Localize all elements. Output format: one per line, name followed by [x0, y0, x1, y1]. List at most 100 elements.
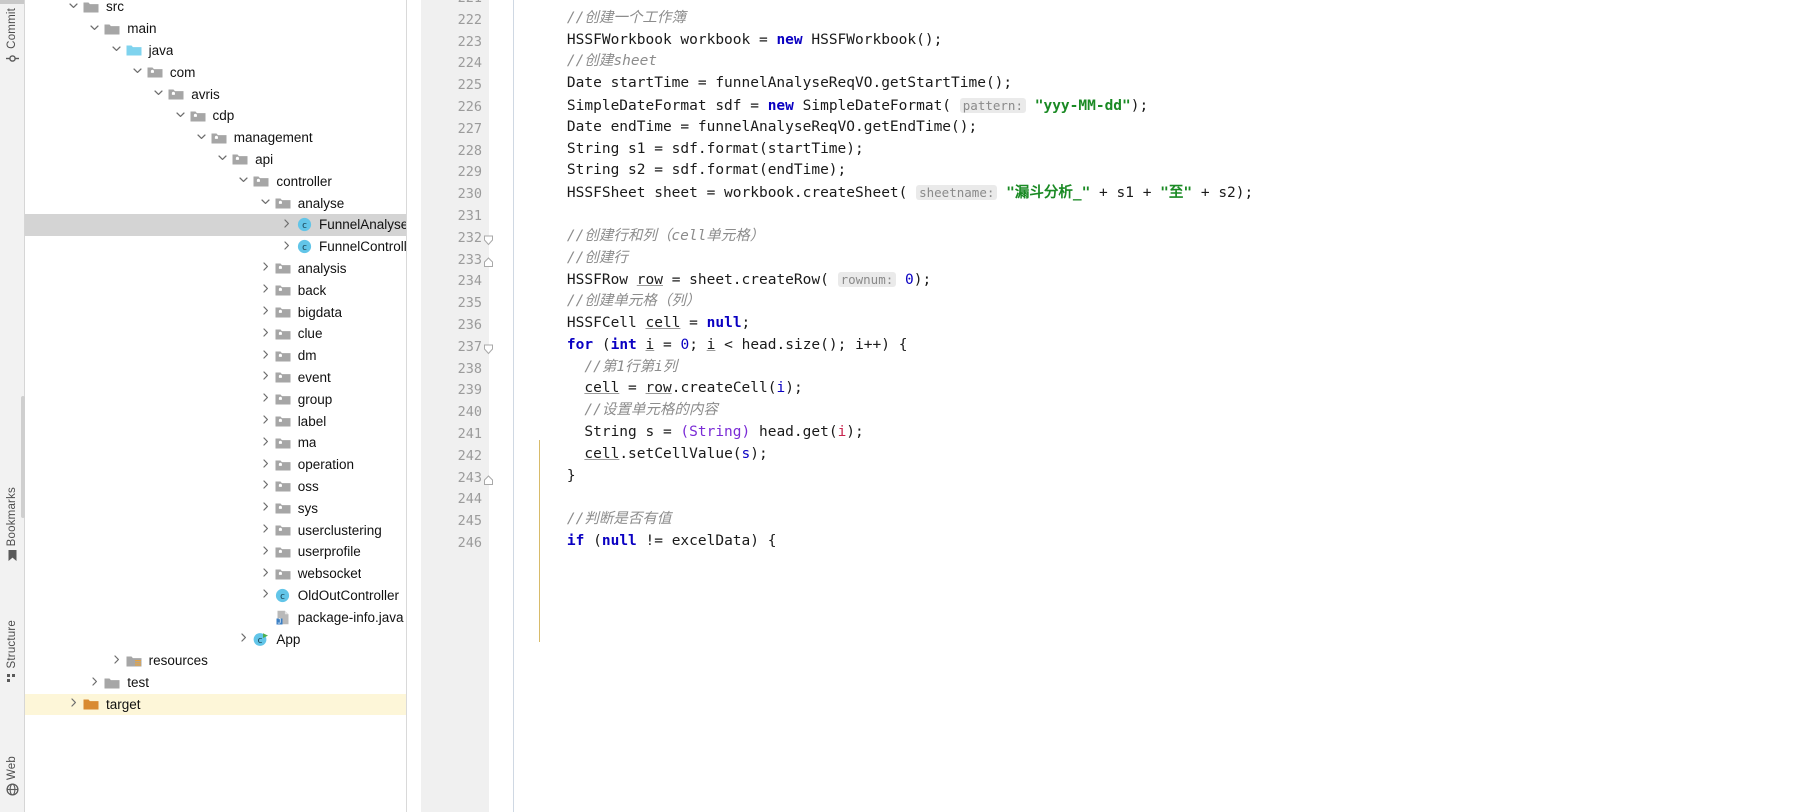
parameter-hint: pattern:: [959, 98, 1026, 113]
line-number: 235: [457, 295, 482, 312]
chevron-right-icon[interactable]: [258, 524, 273, 536]
code-token: i: [776, 380, 786, 397]
chevron-right-icon[interactable]: [258, 371, 273, 383]
line-number: 243: [457, 469, 482, 486]
tree-item-resources[interactable]: resources: [25, 650, 406, 672]
chevron-right-icon[interactable]: [279, 219, 294, 231]
tree-item-oldoutcontroller[interactable]: c OldOutController: [25, 585, 406, 607]
code-token: HSSFCell: [532, 315, 646, 331]
package-icon: [188, 109, 208, 123]
chevron-right-icon[interactable]: [258, 437, 273, 449]
tree-item-analyse[interactable]: analyse: [25, 192, 406, 214]
chevron-right-icon[interactable]: [258, 546, 273, 558]
tree-item-cdp[interactable]: cdp: [25, 105, 406, 127]
chevron-down-icon[interactable]: [236, 175, 251, 187]
tree-item-management[interactable]: management: [25, 127, 406, 149]
code-token: + s2);: [1192, 185, 1254, 202]
tree-item-sys[interactable]: sys: [25, 497, 406, 519]
fold-collapse-icon[interactable]: [483, 235, 495, 247]
chevron-right-icon[interactable]: [258, 350, 273, 362]
chevron-down-icon[interactable]: [258, 197, 273, 209]
code-token: new: [767, 98, 794, 114]
rail-button-web[interactable]: Web: [0, 756, 24, 802]
chevron-down-icon[interactable]: [173, 110, 188, 122]
chevron-right-icon[interactable]: [279, 241, 294, 253]
code-token: (String): [680, 424, 751, 440]
tree-item-avris[interactable]: avris: [25, 83, 406, 105]
line-number: 226: [457, 99, 482, 115]
tree-item-group[interactable]: group: [25, 388, 406, 410]
chevron-right-icon[interactable]: [258, 480, 273, 492]
fold-end-icon[interactable]: [483, 474, 495, 487]
chevron-right-icon[interactable]: [258, 568, 273, 580]
tree-item-userprofile[interactable]: userprofile: [25, 541, 406, 563]
tree-item-clue[interactable]: clue: [25, 323, 406, 345]
chevron-right-icon[interactable]: [258, 262, 273, 274]
tree-item-package-info-java[interactable]: Jpackage-info.java: [25, 606, 406, 628]
tree-item-src[interactable]: src: [25, 0, 406, 18]
code-line-235: //创建单元格（列）: [532, 291, 700, 313]
tree-item-userclustering[interactable]: userclustering: [25, 519, 406, 541]
code-editor[interactable]: //创建一个工作簿 HSSFWorkbook workbook = new HS…: [514, 0, 1801, 812]
chevron-down-icon[interactable]: [215, 153, 230, 165]
code-token: =: [680, 315, 707, 331]
tree-item-oss[interactable]: oss: [25, 476, 406, 498]
tree-item-funnelcontroller[interactable]: c FunnelController: [25, 236, 406, 258]
tree-item-label[interactable]: label: [25, 410, 406, 432]
tree-item-label: oss: [297, 478, 319, 494]
fold-collapse-icon[interactable]: [483, 344, 495, 356]
chevron-down-icon[interactable]: [151, 88, 166, 100]
chevron-right-icon[interactable]: [87, 677, 102, 689]
chevron-right-icon[interactable]: [258, 589, 273, 601]
tree-item-funnelanalysecontroller[interactable]: c FunnelAnalyseController: [25, 214, 406, 236]
chevron-right-icon[interactable]: [258, 415, 273, 427]
chevron-right-icon[interactable]: [109, 655, 124, 667]
rail-button-structure[interactable]: Structure: [0, 620, 24, 690]
chevron-right-icon[interactable]: [258, 306, 273, 318]
tree-item-ma[interactable]: ma: [25, 432, 406, 454]
rail-button-commit[interactable]: Commit: [0, 8, 24, 71]
chevron-right-icon[interactable]: [258, 502, 273, 514]
code-token: ;: [689, 336, 707, 353]
tree-item-event[interactable]: event: [25, 367, 406, 389]
project-tree-panel[interactable]: src main java com avris cdp management api contr…: [25, 0, 407, 812]
chevron-right-icon[interactable]: [258, 284, 273, 296]
tree-item-main[interactable]: main: [25, 18, 406, 40]
chevron-down-icon[interactable]: [109, 44, 124, 56]
tree-item-controller[interactable]: controller: [25, 170, 406, 192]
tree-item-test[interactable]: test: [25, 672, 406, 694]
tree-item-app[interactable]: c App: [25, 628, 406, 650]
chevron-right-icon[interactable]: [258, 328, 273, 340]
tree-item-bigdata[interactable]: bigdata: [25, 301, 406, 323]
svg-text:c: c: [301, 243, 306, 253]
chevron-down-icon[interactable]: [130, 66, 145, 78]
package-icon: [145, 65, 165, 79]
code-token: );: [785, 380, 803, 397]
chevron-right-icon[interactable]: [258, 393, 273, 405]
fold-end-icon[interactable]: [483, 256, 495, 269]
chevron-right-icon[interactable]: [236, 633, 251, 645]
tree-item-api[interactable]: api: [25, 149, 406, 171]
chevron-right-icon[interactable]: [258, 459, 273, 471]
chevron-down-icon[interactable]: [66, 1, 81, 13]
folder-icon: [102, 676, 122, 690]
tree-item-back[interactable]: back: [25, 279, 406, 301]
chevron-down-icon[interactable]: [87, 23, 102, 35]
tree-item-operation[interactable]: operation: [25, 454, 406, 476]
tree-item-com[interactable]: com: [25, 61, 406, 83]
tree-item-websocket[interactable]: websocket: [25, 563, 406, 585]
chevron-right-icon[interactable]: [66, 698, 81, 710]
code-line-243: }: [532, 466, 576, 488]
line-number: 240: [457, 404, 482, 421]
tree-item-analysis[interactable]: analysis: [25, 258, 406, 280]
tree-item-dm[interactable]: dm: [25, 345, 406, 367]
editor-gutter[interactable]: 221 222 223 224 225 226 227 228 229 230 231 232 233 2…: [407, 0, 514, 812]
line-number: 224: [457, 55, 482, 72]
rail-button-bookmarks[interactable]: Bookmarks: [0, 487, 24, 568]
chevron-down-icon[interactable]: [194, 132, 209, 144]
tree-item-target[interactable]: target: [25, 693, 406, 716]
tree-item-java[interactable]: java: [25, 40, 406, 62]
